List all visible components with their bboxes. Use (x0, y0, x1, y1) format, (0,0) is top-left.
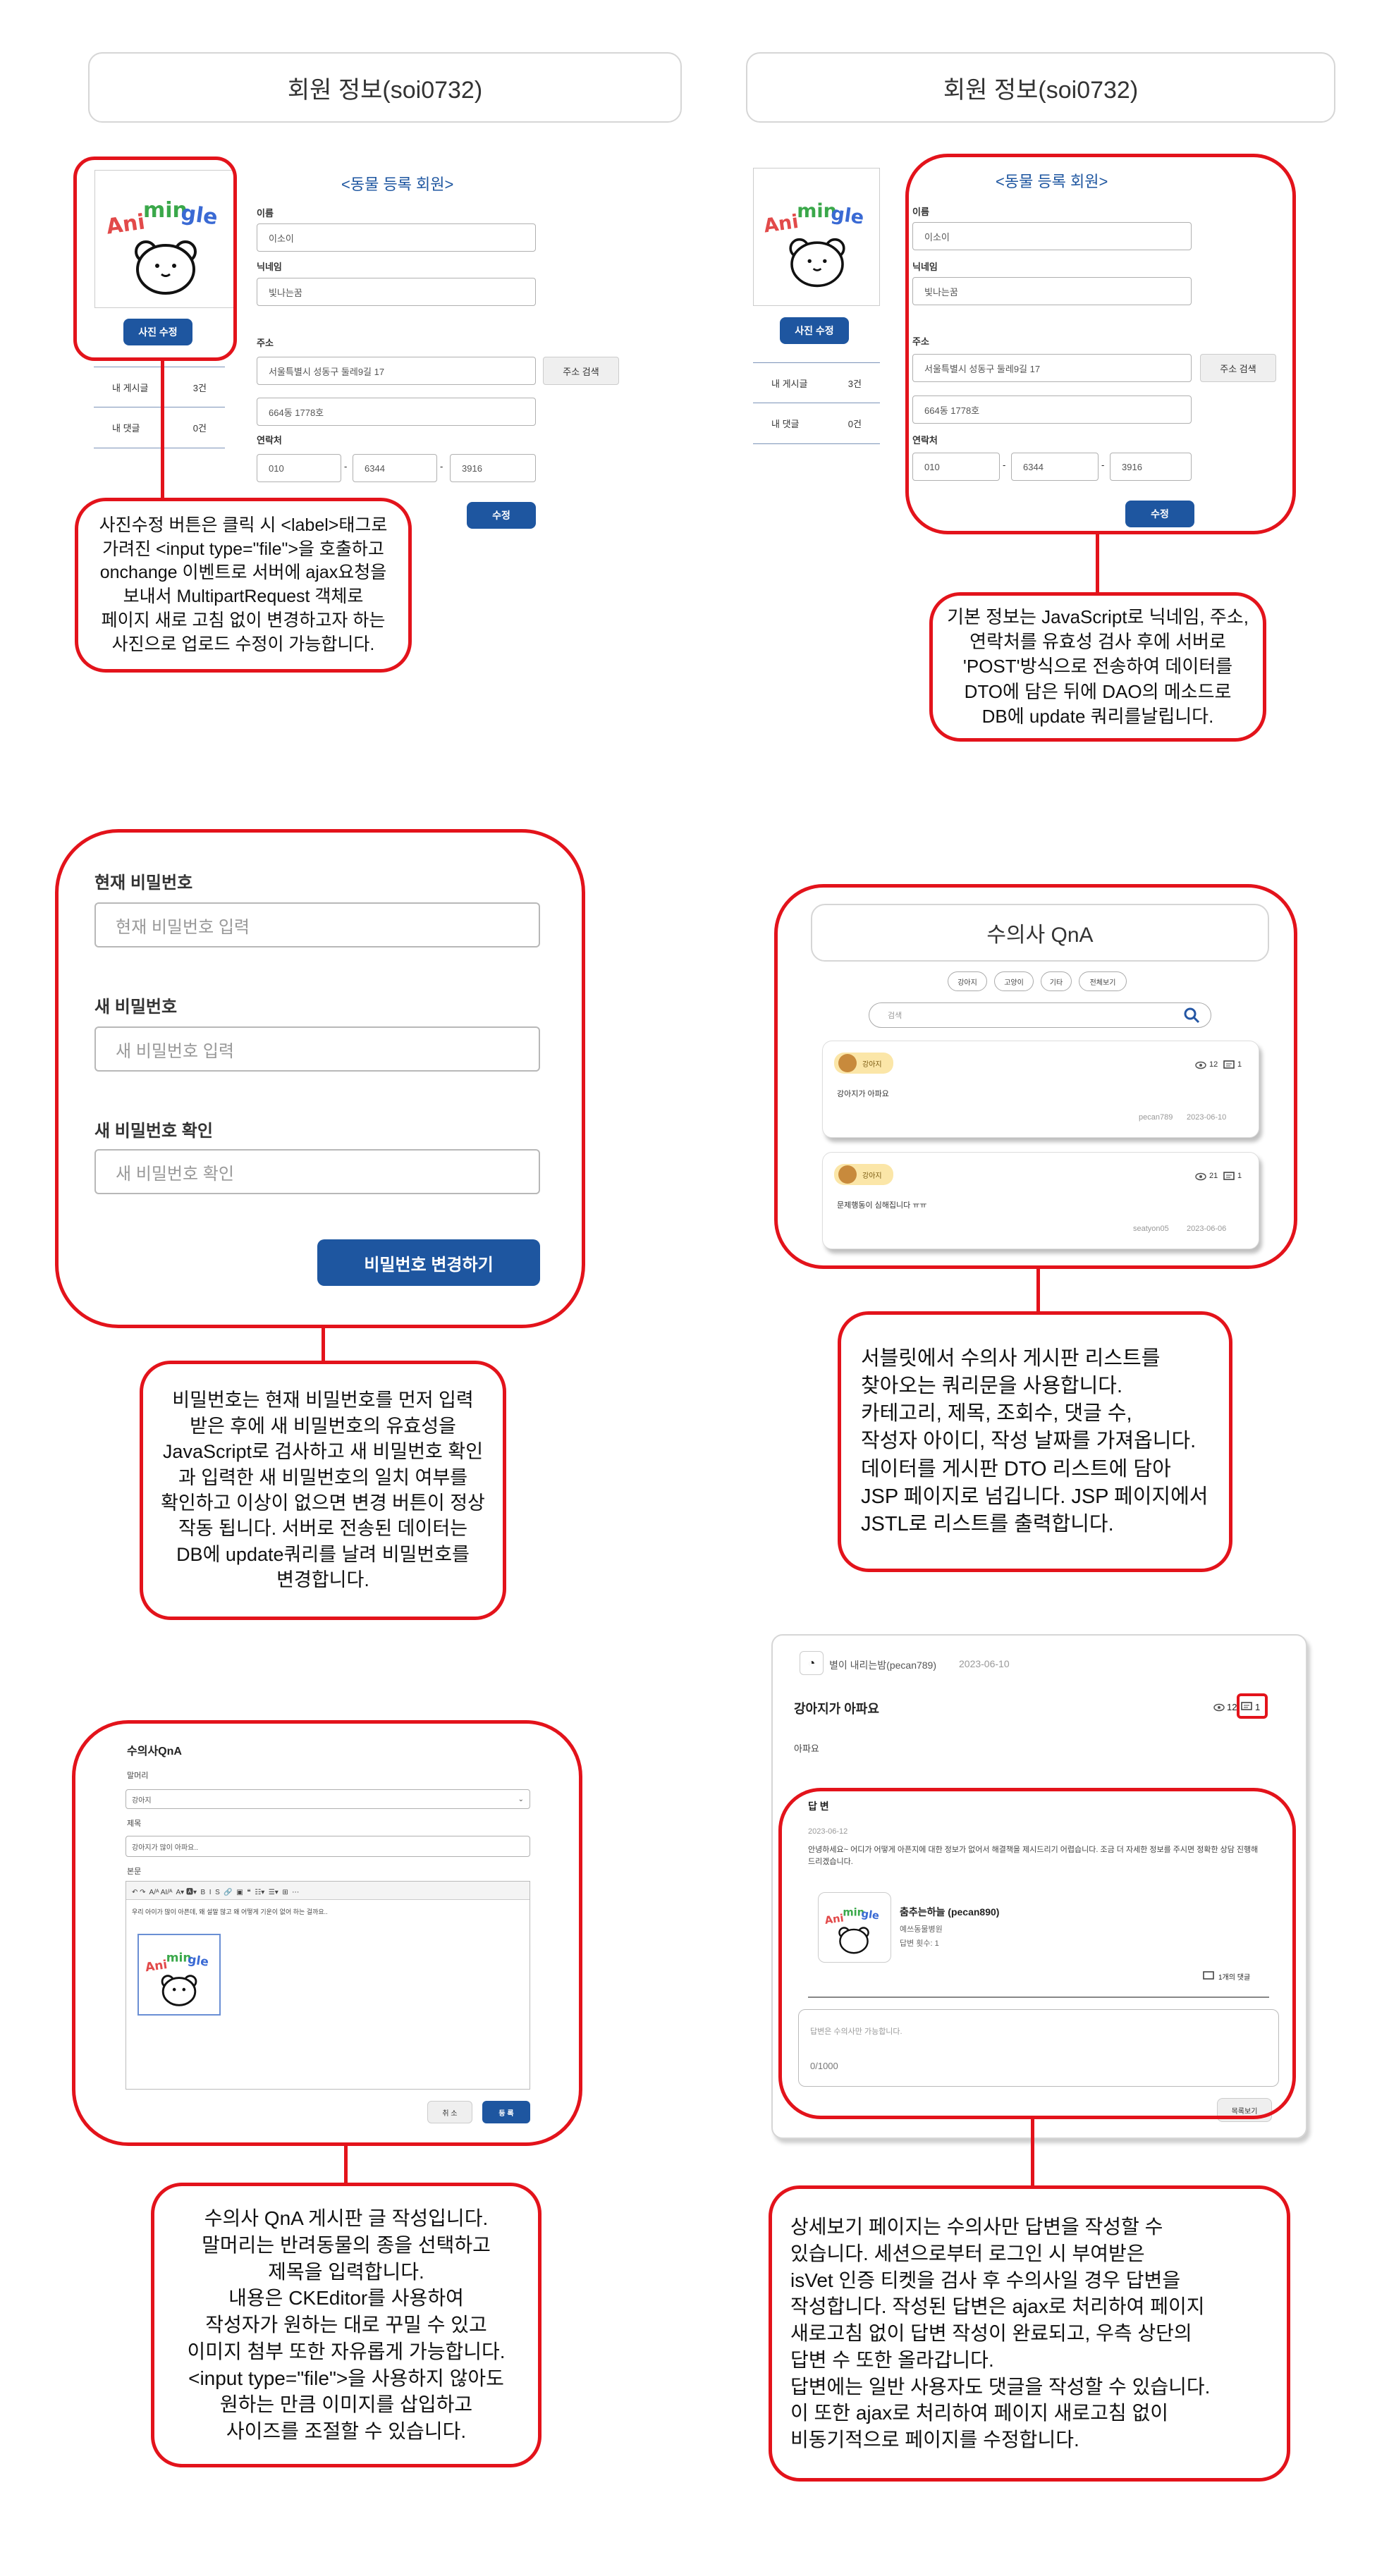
detail-view-count: 12 (1227, 1702, 1237, 1712)
phone-field-3[interactable]: 3916 (450, 454, 536, 482)
highlight-info-form (905, 154, 1296, 534)
note-qna-list: 서블릿에서 수의사 게시판 리스트를 찾아오는 쿼리문을 사용합니다. 카테고리… (838, 1311, 1232, 1572)
stat-row-posts: 내 게시글 3건 (94, 367, 225, 407)
address-detail-field[interactable]: 664동 1778호 (257, 398, 536, 426)
note-write: 수의사 QnA 게시판 글 작성입니다. 말머리는 반려동물의 종을 선택하고 … (151, 2183, 541, 2467)
page-title: 회원 정보(soi0732) (943, 76, 1139, 104)
stat-row-comments: 내 댓글 0건 (94, 407, 225, 448)
highlight-answer (778, 1788, 1296, 2119)
highlight-photo (73, 157, 237, 361)
nickname-field[interactable]: 빛나는꿈 (257, 278, 536, 306)
stats-table: 내 게시글 3건 내 댓글 0건 (94, 367, 225, 448)
detail-body: 아파요 (794, 1743, 819, 1754)
address-label: 주소 (257, 338, 274, 348)
svg-text:gle: gle (829, 202, 865, 228)
detail-title: 강아지가 아파요 (794, 1702, 879, 1716)
photo-edit-button[interactable]: 사진 수정 (780, 317, 849, 344)
stat-row-posts: 내 게시글 3건 (753, 362, 880, 403)
connector-line (1036, 1269, 1040, 1313)
connector-line (1096, 534, 1099, 594)
phone-label: 연락처 (257, 435, 282, 446)
svg-text:Ani: Ani (762, 211, 800, 238)
stats-table: 내 게시글 3건 내 댓글 0건 (753, 362, 880, 444)
address-search-button[interactable]: 주소 검색 (543, 357, 619, 385)
connector-line (344, 2146, 348, 2184)
phone-separator: - (440, 461, 443, 472)
phone-field-1[interactable]: 010 (257, 454, 341, 482)
note-detail: 상세보기 페이지는 수의사만 답변을 작성할 수 있습니다. 세션으로부터 로그… (769, 2185, 1290, 2482)
page-title: 회원 정보(soi0732) (287, 76, 483, 104)
note-password: 비밀번호는 현재 비밀번호를 먼저 입력 받은 후에 새 비밀번호의 유효성을 … (140, 1361, 506, 1620)
note-info: 기본 정보는 JavaScript로 닉네임, 주소, 연락처를 유효성 검사 … (929, 592, 1266, 742)
stat-row-comments: 내 댓글 0건 (753, 403, 880, 444)
phone-separator: - (344, 461, 348, 472)
nickname-label: 닉네임 (257, 262, 282, 272)
name-label: 이름 (257, 208, 274, 219)
submit-button[interactable]: 수정 (467, 502, 536, 529)
highlight-password-form (55, 829, 585, 1328)
address-field[interactable]: 서울특별시 성동구 둘레9길 17 (257, 357, 536, 385)
page-title-card: 회원 정보(soi0732) (746, 52, 1335, 123)
page-title-card: 회원 정보(soi0732) (88, 52, 682, 123)
detail-date: 2023-06-10 (959, 1658, 1010, 1669)
note-photo: 사진수정 버튼은 클릭 시 <label>태그로 가려진 <input type… (75, 498, 412, 673)
section-title: <동물 등록 회원> (341, 176, 454, 193)
profile-photo: Ani min gle (753, 168, 880, 306)
highlight-count (1237, 1693, 1268, 1719)
connector-line (161, 361, 164, 499)
highlight-write-form (72, 1720, 582, 2146)
name-field[interactable]: 이소이 (257, 223, 536, 252)
connector-line (1031, 2119, 1034, 2187)
connector-line (322, 1328, 325, 1362)
eye-icon (1213, 1703, 1225, 1712)
highlight-qna-list (774, 884, 1297, 1269)
author-avatar: ◔ (800, 1651, 824, 1675)
phone-field-2[interactable]: 6344 (353, 454, 437, 482)
detail-author: 별이 내리는밤(pecan789) (829, 1660, 936, 1671)
